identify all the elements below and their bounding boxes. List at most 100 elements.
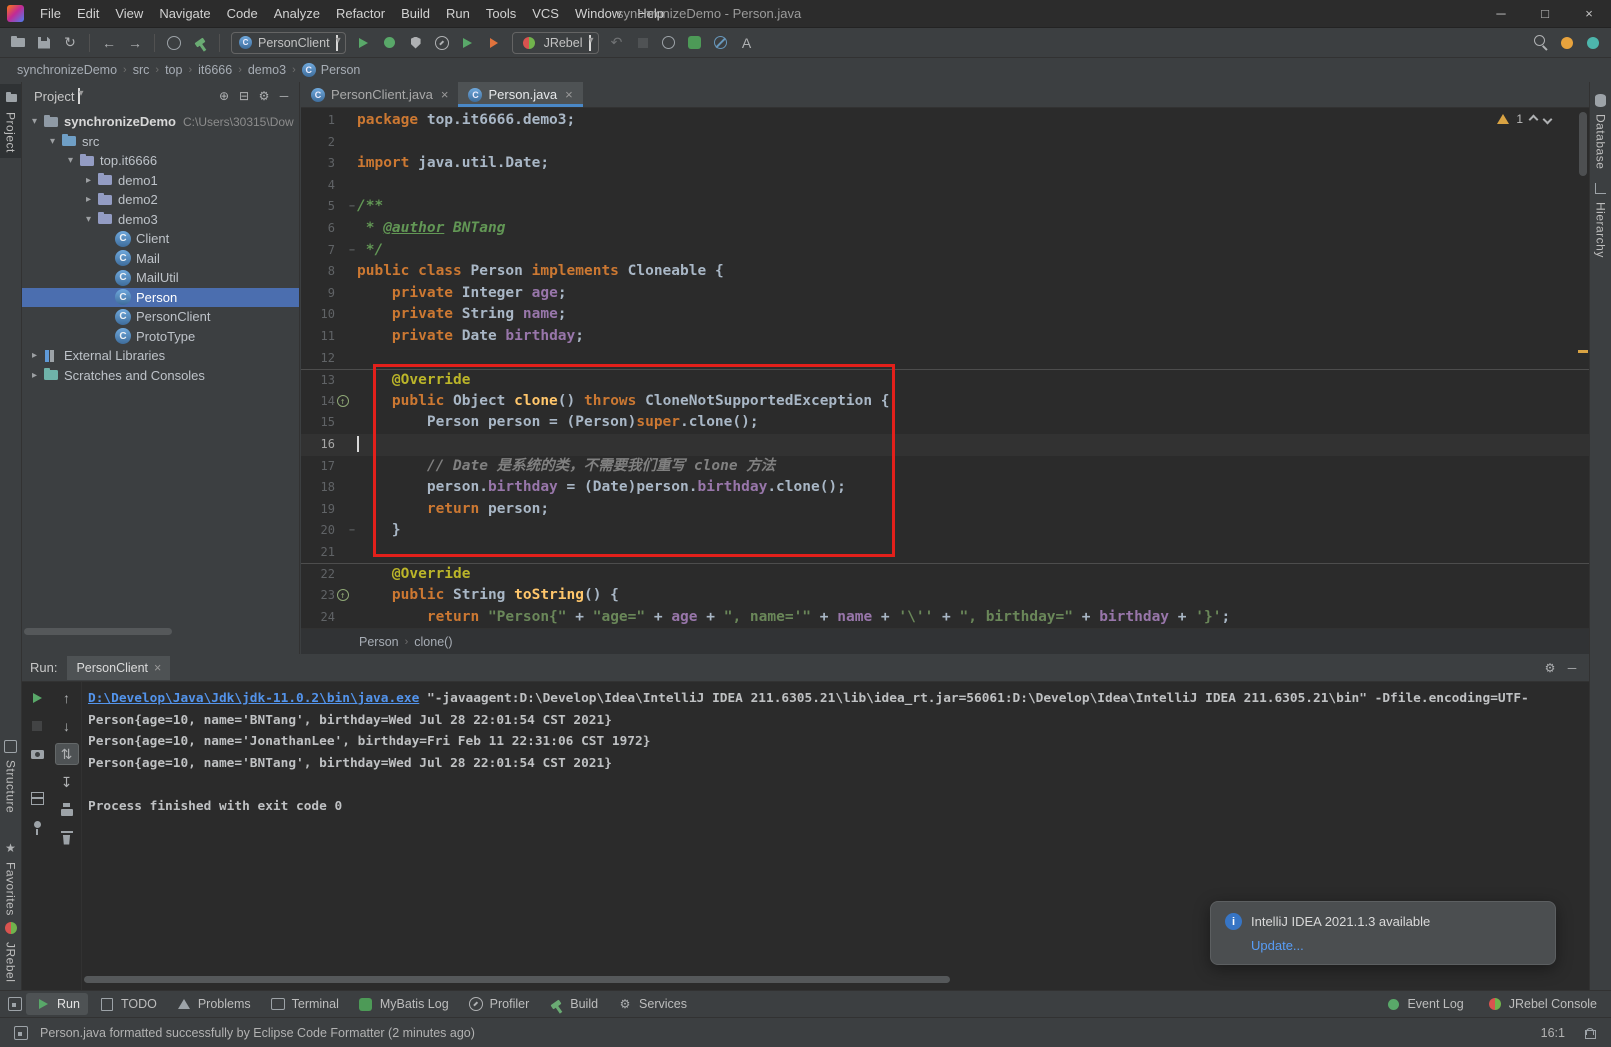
- menu-code[interactable]: Code: [219, 0, 266, 27]
- code-line-22[interactable]: 22 @Override: [301, 563, 1589, 585]
- tree-item-synchronizedemo[interactable]: ▾ synchronizeDemo C:\Users\30315\Dow: [22, 112, 299, 132]
- tree-item-person[interactable]: Person: [22, 287, 299, 307]
- tool-window-button-mybatis-log[interactable]: MyBatis Log: [349, 993, 457, 1015]
- revert-icon[interactable]: ↶: [605, 32, 629, 54]
- next-occurrence-icon[interactable]: ↓: [55, 715, 79, 737]
- menu-build[interactable]: Build: [393, 0, 438, 27]
- save-icon[interactable]: [32, 32, 56, 54]
- close-icon[interactable]: ×: [441, 87, 449, 102]
- code-line-5[interactable]: 5−/**: [301, 196, 1589, 218]
- menu-refactor[interactable]: Refactor: [328, 0, 393, 27]
- print-icon[interactable]: [55, 799, 79, 821]
- tree-item-personclient[interactable]: PersonClient: [22, 307, 299, 327]
- chevron-right-icon[interactable]: ▸: [28, 350, 41, 361]
- chevron-up-icon[interactable]: [1528, 114, 1539, 124]
- code-line-23[interactable]: 23 public String toString() {: [301, 585, 1589, 608]
- menu-view[interactable]: View: [107, 0, 151, 27]
- inspections-widget[interactable]: 1: [1497, 112, 1553, 126]
- code-with-me-icon[interactable]: [657, 32, 681, 54]
- clear-all-icon[interactable]: [55, 827, 79, 849]
- code-line-12[interactable]: 12: [301, 348, 1589, 370]
- hide-icon[interactable]: ─: [1563, 659, 1581, 677]
- tree-item-demo3[interactable]: ▾ demo3: [22, 210, 299, 230]
- menu-run[interactable]: Run: [438, 0, 478, 27]
- build-hammer-icon[interactable]: [188, 32, 212, 54]
- warning-stripe-mark[interactable]: [1578, 350, 1588, 353]
- project-panel-title[interactable]: Project: [34, 89, 74, 104]
- status-bar-icon[interactable]: [12, 1024, 30, 1042]
- editor-breadcrumb-item-clone[interactable]: clone(): [414, 635, 452, 649]
- console-file-link[interactable]: D:\Develop\Java\Jdk\jdk-11.0.2\bin\java.…: [88, 691, 419, 706]
- tool-window-button-terminal[interactable]: Terminal: [261, 993, 347, 1015]
- stripe-button-project[interactable]: Project: [0, 84, 21, 158]
- rerun-icon[interactable]: [456, 32, 480, 54]
- console-scrollbar[interactable]: [84, 976, 950, 983]
- tree-item-external-libraries[interactable]: ▸ External Libraries: [22, 346, 299, 366]
- close-button[interactable]: ×: [1567, 0, 1611, 27]
- translate-icon[interactable]: A: [735, 32, 759, 54]
- rerun-icon[interactable]: [25, 687, 49, 709]
- code-line-2[interactable]: 2: [301, 132, 1589, 154]
- tool-window-button-event-log[interactable]: Event Log: [1376, 993, 1471, 1015]
- tool-windows-icon[interactable]: [6, 995, 24, 1013]
- breadcrumb-item-top[interactable]: top: [160, 62, 187, 78]
- jrebel-combo[interactable]: JRebel ▾: [511, 31, 599, 54]
- sync-icon[interactable]: ↻: [58, 32, 82, 54]
- stripe-button-favorites[interactable]: ★ Favorites: [0, 834, 21, 921]
- collapse-all-icon[interactable]: ⊟: [235, 87, 253, 105]
- tree-item-src[interactable]: ▾ src: [22, 132, 299, 152]
- profiler-icon[interactable]: [430, 32, 454, 54]
- close-icon[interactable]: ×: [565, 87, 573, 102]
- code-line-16[interactable]: 16: [301, 433, 1589, 456]
- stripe-button-database[interactable]: Database: [1590, 86, 1611, 174]
- stripe-button-structure[interactable]: Structure: [0, 732, 21, 818]
- chevron-down-icon[interactable]: [1542, 114, 1553, 124]
- editor-tab-person-java[interactable]: C Person.java ×: [458, 82, 583, 107]
- editor-tab-personclient-java[interactable]: C PersonClient.java ×: [301, 82, 458, 107]
- pin-icon[interactable]: [25, 815, 49, 837]
- breadcrumb-item-synchronizedemo[interactable]: synchronizeDemo: [12, 62, 122, 78]
- breadcrumb-item-it6666[interactable]: it6666: [193, 62, 237, 78]
- run-with-jrebel-icon[interactable]: [482, 32, 506, 54]
- chevron-right-icon[interactable]: ▸: [82, 194, 95, 205]
- menu-analyze[interactable]: Analyze: [266, 0, 328, 27]
- code-line-3[interactable]: 3 import java.util.Date;: [301, 153, 1589, 175]
- tool-window-button-services[interactable]: ⚙ Services: [608, 993, 695, 1015]
- settings-icon[interactable]: ⚙: [255, 87, 273, 105]
- override-method-icon[interactable]: [337, 392, 349, 413]
- tool-window-button-build[interactable]: Build: [539, 993, 606, 1015]
- chevron-right-icon[interactable]: ▸: [28, 370, 41, 381]
- stripe-button-hierarchy[interactable]: Hierarchy: [1590, 174, 1611, 263]
- run-tab[interactable]: PersonClient ×: [67, 655, 171, 680]
- fold-marker[interactable]: −: [349, 240, 355, 262]
- run-icon[interactable]: [352, 32, 376, 54]
- tool-window-button-jrebel-console[interactable]: JRebel Console: [1478, 993, 1605, 1015]
- coverage-icon[interactable]: [404, 32, 428, 54]
- close-icon[interactable]: ×: [154, 661, 161, 675]
- menu-navigate[interactable]: Navigate: [151, 0, 218, 27]
- breadcrumb-item-person[interactable]: C Person: [297, 62, 366, 78]
- editor-breadcrumb-item-person[interactable]: Person: [359, 635, 399, 649]
- restore-layout-icon[interactable]: [25, 787, 49, 809]
- tool-window-button-todo[interactable]: TODO: [90, 993, 165, 1015]
- code-line-1[interactable]: 1 package top.it6666.demo3;: [301, 110, 1589, 132]
- code-line-8[interactable]: 8 public class Person implements Cloneabl…: [301, 261, 1589, 283]
- scroll-to-end-icon[interactable]: ↧: [55, 771, 79, 793]
- back-icon[interactable]: ←: [97, 32, 121, 54]
- code-line-9[interactable]: 9 private Integer age;: [301, 283, 1589, 305]
- code-line-20[interactable]: 20− }: [301, 520, 1589, 542]
- code-line-24[interactable]: 24 return "Person{" + "age=" + age + ", …: [301, 607, 1589, 628]
- code-editor[interactable]: 1 package top.it6666.demo3; 2 3 import java.…: [301, 108, 1589, 628]
- tool-window-button-run[interactable]: Run: [26, 993, 88, 1015]
- tree-item-prototype[interactable]: ProtoType: [22, 327, 299, 347]
- debug-icon[interactable]: [378, 32, 402, 54]
- chevron-down-icon[interactable]: ▾: [64, 155, 77, 166]
- code-line-19[interactable]: 19 return person;: [301, 499, 1589, 521]
- profiler-snapshot-icon[interactable]: [25, 743, 49, 765]
- code-line-4[interactable]: 4: [301, 175, 1589, 197]
- stripe-button-jrebel[interactable]: JRebel: [0, 914, 21, 987]
- stop-icon[interactable]: [631, 32, 655, 54]
- gradle-refresh-icon[interactable]: [1581, 32, 1605, 54]
- code-line-18[interactable]: 18 person.birthday = (Date)person.birthd…: [301, 477, 1589, 499]
- code-line-10[interactable]: 10 private String name;: [301, 304, 1589, 326]
